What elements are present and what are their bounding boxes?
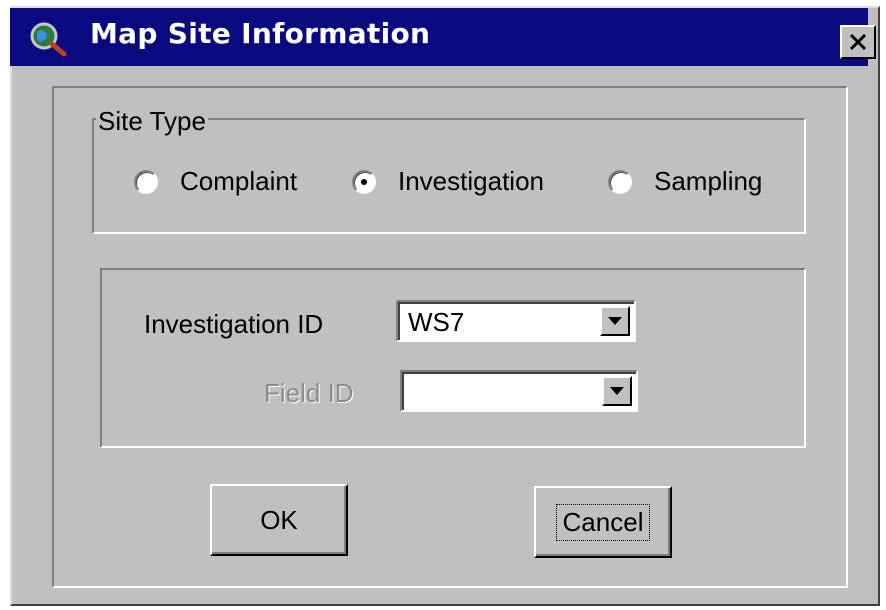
investigation-id-dropdown[interactable]: WS7 bbox=[396, 300, 636, 342]
radio-selected-dot bbox=[361, 178, 367, 185]
globe-magnifier-icon bbox=[30, 22, 67, 56]
radio-button-complaint[interactable] bbox=[134, 169, 158, 194]
dropdown-arrow-button[interactable] bbox=[600, 306, 630, 336]
radio-complaint[interactable]: Complaint bbox=[134, 166, 297, 197]
chevron-down-icon bbox=[608, 317, 622, 325]
field-id-dropdown[interactable] bbox=[400, 370, 638, 412]
cancel-button-label: Cancel bbox=[555, 503, 651, 541]
close-icon bbox=[849, 33, 867, 51]
investigation-id-label: Investigation ID bbox=[144, 309, 324, 339]
dropdown-arrow-button[interactable] bbox=[602, 376, 632, 406]
close-button[interactable] bbox=[840, 25, 876, 59]
ok-button-label: OK bbox=[260, 504, 298, 535]
ok-button[interactable]: OK bbox=[210, 484, 348, 556]
investigation-id-value: WS7 bbox=[408, 307, 465, 337]
radio-investigation[interactable]: Investigation bbox=[352, 166, 544, 197]
window-title: Map Site Information bbox=[90, 17, 431, 50]
radio-label-complaint: Complaint bbox=[180, 166, 298, 196]
radio-label-investigation: Investigation bbox=[398, 166, 544, 196]
ids-group bbox=[100, 268, 806, 448]
title-bar[interactable]: Map Site Information bbox=[10, 8, 876, 66]
cancel-button[interactable]: Cancel bbox=[534, 486, 672, 558]
radio-sampling[interactable]: Sampling bbox=[608, 166, 762, 197]
radio-button-investigation[interactable] bbox=[352, 169, 376, 194]
chevron-down-icon bbox=[610, 387, 624, 395]
site-type-legend: Site Type bbox=[96, 106, 208, 137]
radio-button-sampling[interactable] bbox=[608, 169, 632, 194]
field-id-label: Field ID bbox=[264, 378, 354, 408]
radio-label-sampling: Sampling bbox=[654, 166, 763, 196]
